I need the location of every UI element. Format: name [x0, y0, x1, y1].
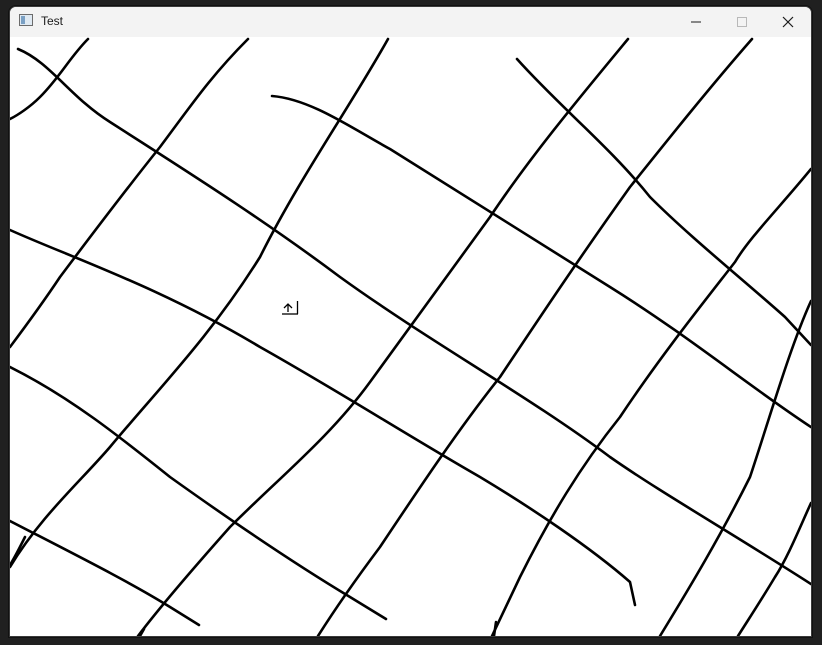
window-title: Test: [41, 14, 64, 28]
stroke-8: [10, 37, 250, 349]
stroke-4: [10, 519, 201, 627]
up-arrow-cursor-icon: [282, 301, 299, 315]
maximize-button[interactable]: [719, 7, 765, 37]
drawing-surface: [10, 37, 811, 636]
stroke-17: [138, 627, 146, 636]
minimize-icon: [691, 21, 701, 23]
stroke-13: [658, 299, 811, 636]
close-button[interactable]: [765, 7, 811, 37]
stroke-9: [10, 37, 390, 569]
maximize-icon: [737, 17, 747, 27]
stroke-15: [10, 535, 27, 567]
stroke-14: [736, 501, 811, 636]
close-icon: [782, 16, 794, 28]
stroke-16: [492, 620, 498, 636]
stroke-2: [10, 228, 637, 607]
app-window: Test: [9, 6, 812, 637]
stroke-12: [490, 167, 811, 636]
app-window-icon: [19, 14, 33, 26]
stroke-6: [515, 57, 811, 347]
drawing-canvas[interactable]: [10, 37, 811, 636]
stroke-10: [136, 37, 630, 636]
minimize-button[interactable]: [673, 7, 719, 37]
title-bar[interactable]: Test: [10, 7, 811, 38]
